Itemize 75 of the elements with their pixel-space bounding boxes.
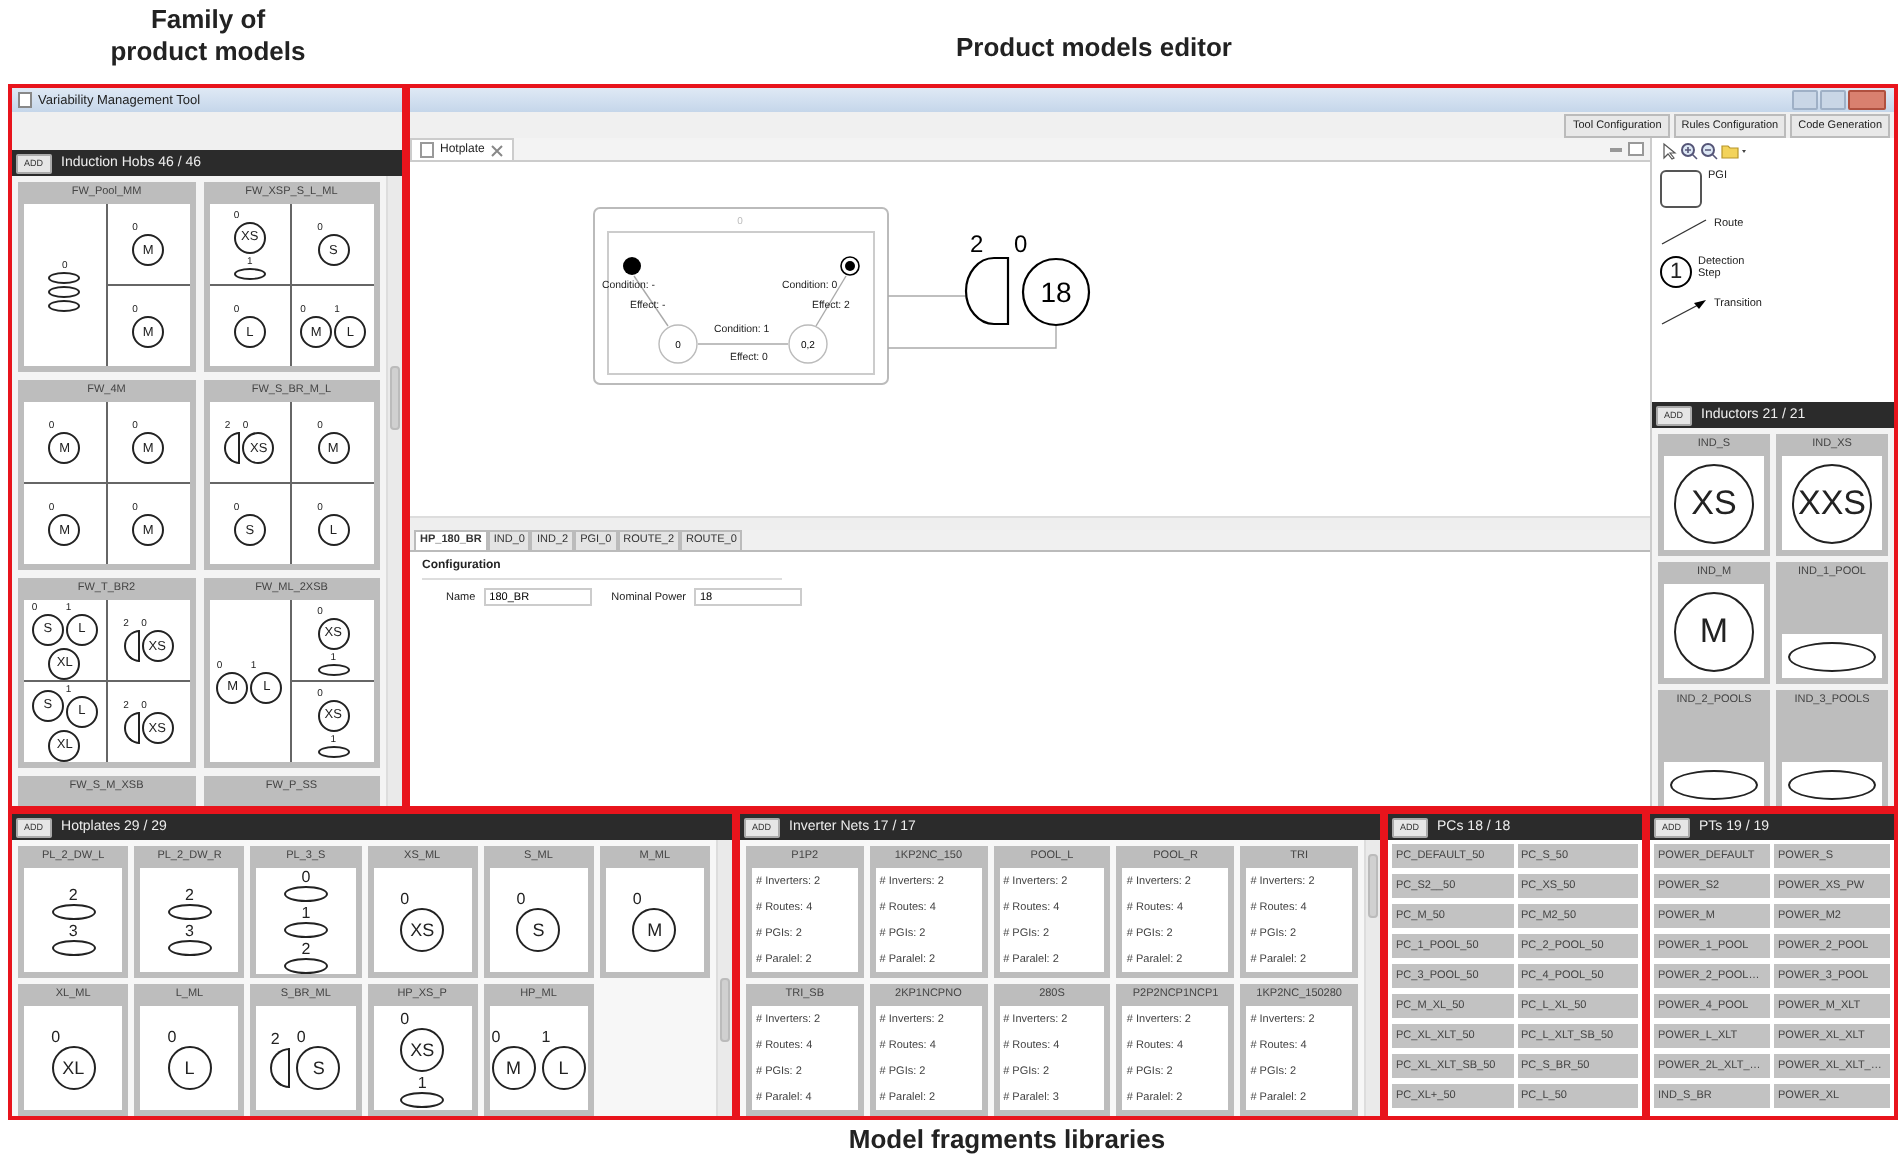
window-controls[interactable] <box>1792 90 1886 110</box>
pool-oval <box>1670 769 1758 799</box>
burner-circle: S <box>296 1045 341 1089</box>
burner-number: 0 <box>400 889 410 907</box>
document-icon <box>18 92 32 108</box>
burner-number: 1 <box>417 1073 427 1091</box>
burner-number: 0 <box>51 1027 61 1045</box>
burner-number: 2 <box>185 885 194 903</box>
state-machine-box[interactable] <box>593 207 889 385</box>
scrollbar[interactable] <box>386 176 402 806</box>
half-burner-shape <box>224 432 241 464</box>
burner-circle: M <box>632 907 677 951</box>
half-burner-shape <box>123 630 140 662</box>
figure-caption: Model fragments libraries <box>846 1122 1168 1158</box>
half-burner-shape <box>270 1047 291 1087</box>
final-state-dot <box>840 256 860 276</box>
pool-oval <box>167 939 212 955</box>
burner-number: 3 <box>185 921 194 939</box>
pool-oval <box>283 886 328 902</box>
pool-oval <box>51 939 96 955</box>
figure-caption: Family of product models <box>108 4 308 68</box>
initial-state-dot <box>623 257 641 275</box>
burner-number: 0 <box>491 1027 501 1045</box>
pool-oval <box>283 922 328 938</box>
close-icon[interactable] <box>490 143 505 157</box>
burner-number: 0 <box>301 868 311 886</box>
pool-oval <box>400 1091 445 1107</box>
view-controls[interactable] <box>1610 138 1650 160</box>
burner-circle: S <box>516 907 561 951</box>
numbered-circle: 1 <box>1660 256 1692 288</box>
burner-number: 2 <box>301 940 311 958</box>
burner-number: 0 <box>167 1027 177 1045</box>
inductor-circle: M <box>1674 591 1754 671</box>
inductor-circle: XXS <box>1792 463 1872 543</box>
transition-line <box>697 343 789 345</box>
burner-number: 3 <box>68 921 78 939</box>
pool-oval <box>283 958 328 974</box>
scrollbar[interactable] <box>716 840 732 1116</box>
burner-number: 1 <box>541 1027 551 1045</box>
scrollbar[interactable] <box>410 516 1650 530</box>
burner-circle: XL <box>51 1045 96 1089</box>
burner-number: 2 <box>68 885 78 903</box>
burner-circle: XS <box>400 1027 445 1071</box>
burner-number: 0 <box>516 889 526 907</box>
burner-circle: M <box>491 1045 536 1089</box>
inductor-circle: XS <box>1674 463 1754 543</box>
line-icon <box>1660 218 1708 246</box>
half-burner-shape <box>123 712 140 744</box>
figure-caption: Product models editor <box>956 32 1232 62</box>
zoom-in-icon[interactable] <box>1680 142 1698 160</box>
scrollbar[interactable] <box>1364 840 1380 1116</box>
burner-number: 1 <box>301 904 311 922</box>
pool-oval <box>51 903 96 919</box>
burner-number: 2 <box>970 230 984 258</box>
burner-circle[interactable]: 18 <box>1021 257 1091 327</box>
zoom-out-icon[interactable] <box>1700 142 1718 160</box>
burner-circle: L <box>167 1045 212 1089</box>
pool-oval <box>1788 769 1876 799</box>
burner-number: 0 <box>1014 230 1028 258</box>
burner-circle: XS <box>400 907 445 951</box>
pool-oval <box>233 267 266 279</box>
pool-oval <box>1788 641 1876 671</box>
burner-number: 0 <box>400 1009 410 1027</box>
burner-number: 2 <box>270 1029 280 1047</box>
pool-oval <box>167 903 212 919</box>
burner-number: 0 <box>632 889 642 907</box>
rounded-square-icon <box>1660 170 1702 208</box>
pool-oval <box>317 745 350 757</box>
burner-circle: L <box>541 1045 586 1089</box>
half-burner-shape[interactable] <box>964 256 1010 326</box>
burner-number: 0 <box>296 1027 306 1045</box>
pool-oval <box>317 663 350 675</box>
pointer-icon[interactable] <box>1660 142 1678 160</box>
arrow-icon <box>1660 298 1708 326</box>
connector-line <box>887 295 969 297</box>
